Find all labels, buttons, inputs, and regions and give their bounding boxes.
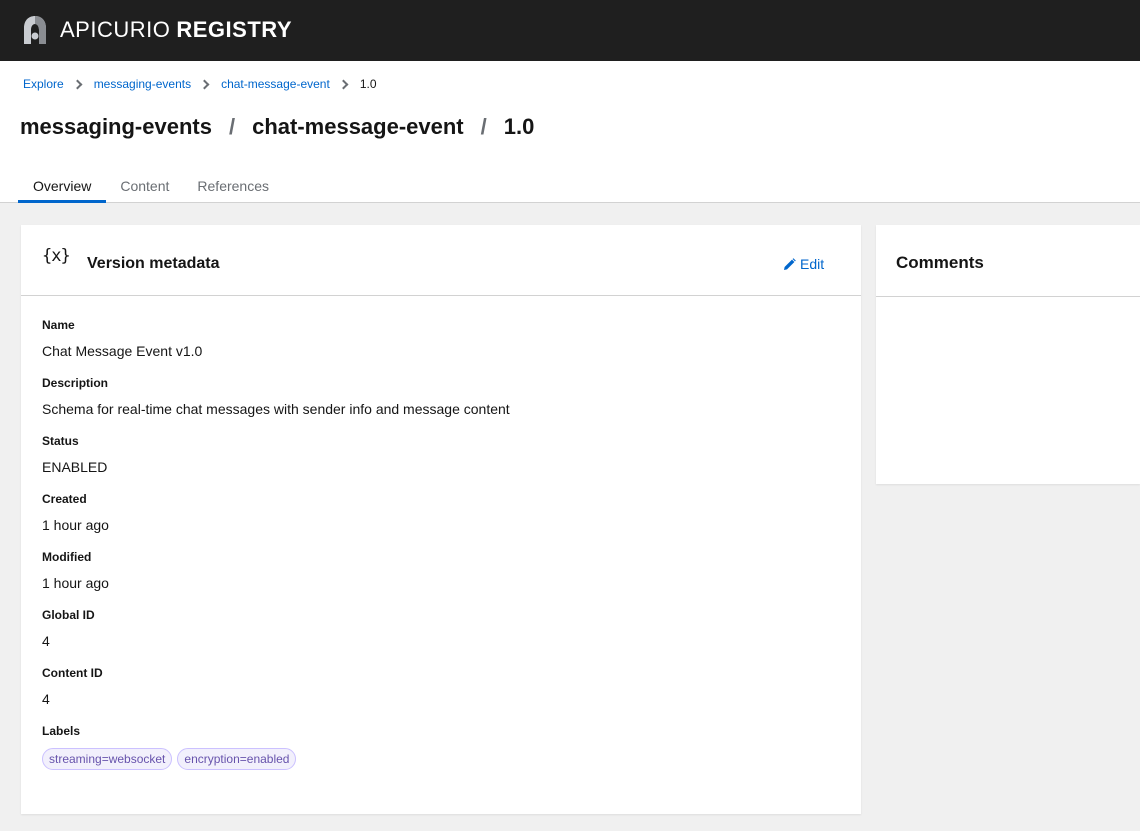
card-title: Comments bbox=[896, 253, 984, 272]
field-content-id: Content ID 4 bbox=[42, 667, 840, 725]
title-artifact: chat-message-event bbox=[252, 114, 464, 139]
title-version: 1.0 bbox=[503, 114, 535, 139]
field-label: Description bbox=[42, 376, 109, 390]
field-status: Status ENABLED bbox=[42, 435, 840, 493]
field-created: Created 1 hour ago bbox=[42, 493, 840, 551]
field-label: Content ID bbox=[42, 666, 103, 680]
edit-button[interactable]: Edit bbox=[783, 256, 824, 272]
field-value: 4 bbox=[42, 691, 50, 707]
breadcrumb-version: 1.0 bbox=[359, 77, 377, 91]
apicurio-logo-icon bbox=[24, 16, 46, 44]
field-value: Chat Message Event v1.0 bbox=[42, 343, 203, 359]
field-label: Modified bbox=[42, 550, 92, 564]
version-metadata-card: {x} Version metadata Edit Name Chat Mess… bbox=[21, 225, 861, 814]
breadcrumb-artifact[interactable]: chat-message-event bbox=[221, 77, 330, 91]
title-group: messaging-events bbox=[20, 114, 212, 139]
field-label: Created bbox=[42, 492, 87, 506]
chevron-right-icon bbox=[199, 79, 210, 89]
field-value: 1 hour ago bbox=[42, 517, 109, 533]
schema-icon: {x} bbox=[42, 246, 71, 266]
field-label: Name bbox=[42, 318, 75, 332]
label-chip: encryption=enabled bbox=[177, 748, 297, 770]
card-title: Version metadata bbox=[87, 255, 220, 272]
label-chip-group: streaming=websocket encryption=enabled bbox=[42, 748, 840, 770]
tab-references[interactable]: References bbox=[183, 174, 283, 203]
page-header: Explore messaging-events chat-message-ev… bbox=[0, 61, 1140, 203]
field-label: Status bbox=[42, 434, 79, 448]
field-value: 1 hour ago bbox=[42, 575, 109, 591]
chevron-right-icon bbox=[338, 79, 349, 89]
field-global-id: Global ID 4 bbox=[42, 609, 840, 667]
label-chip: streaming=websocket bbox=[42, 748, 173, 770]
field-name: Name Chat Message Event v1.0 bbox=[42, 319, 840, 377]
comments-card: Comments bbox=[876, 225, 1140, 484]
field-value: Schema for real-time chat messages with … bbox=[42, 401, 510, 417]
field-label: Labels bbox=[42, 724, 81, 738]
field-labels: Labels streaming=websocket encryption=en… bbox=[42, 725, 840, 783]
field-value: ENABLED bbox=[42, 459, 108, 475]
field-description: Description Schema for real-time chat me… bbox=[42, 377, 840, 435]
chevron-right-icon bbox=[72, 79, 83, 89]
title-separator: / bbox=[228, 114, 236, 139]
page-title: messaging-events / chat-message-event / … bbox=[20, 114, 534, 140]
masthead: APICURIO REGISTRY bbox=[0, 0, 1140, 61]
breadcrumb: Explore messaging-events chat-message-ev… bbox=[23, 77, 377, 91]
card-header: Comments bbox=[876, 225, 1140, 297]
tab-overview[interactable]: Overview bbox=[18, 174, 107, 203]
metadata-list: Name Chat Message Event v1.0 Description… bbox=[21, 296, 861, 783]
pencil-icon bbox=[784, 257, 796, 270]
breadcrumb-explore[interactable]: Explore bbox=[23, 77, 64, 91]
edit-label: Edit bbox=[800, 256, 825, 272]
breadcrumb-group[interactable]: messaging-events bbox=[94, 77, 191, 91]
brand-light: APICURIO bbox=[60, 17, 171, 42]
card-header: {x} Version metadata Edit bbox=[21, 225, 861, 296]
title-separator: / bbox=[480, 114, 487, 139]
tab-content[interactable]: Content bbox=[106, 174, 183, 203]
field-value: 4 bbox=[42, 633, 50, 649]
app-logo[interactable]: APICURIO REGISTRY bbox=[20, 14, 292, 46]
field-label: Global ID bbox=[42, 608, 95, 622]
field-modified: Modified 1 hour ago bbox=[42, 551, 840, 609]
tab-bar: Overview Content References bbox=[18, 174, 283, 203]
brand-bold: REGISTRY bbox=[176, 17, 293, 42]
